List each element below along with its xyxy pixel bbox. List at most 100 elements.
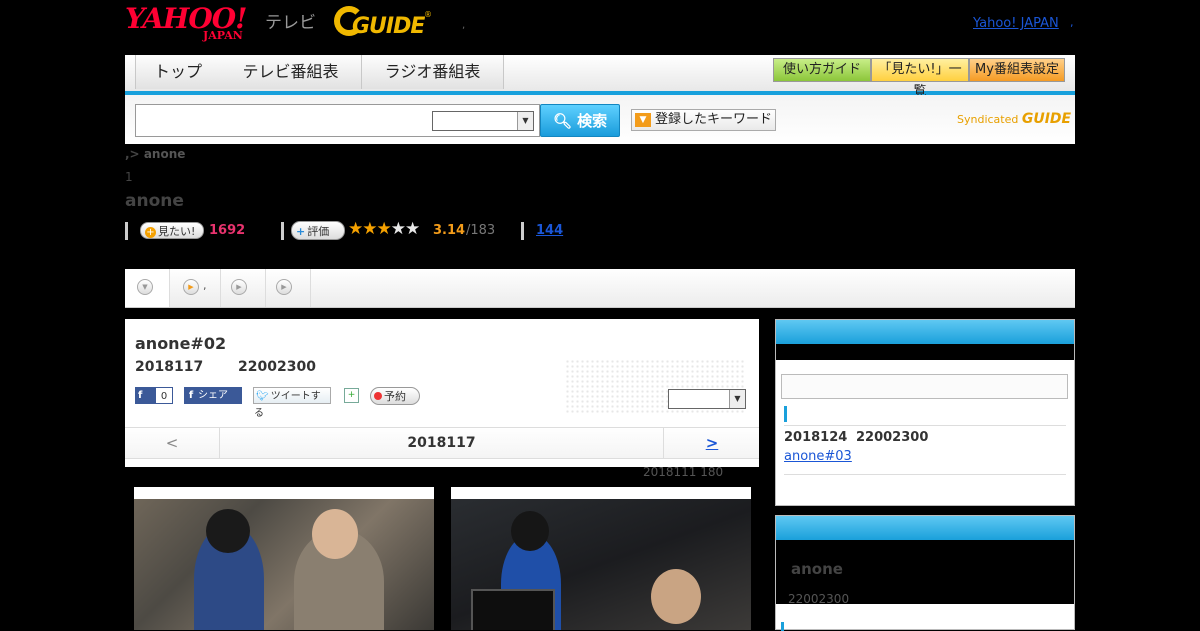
play-icon: ▶ bbox=[276, 279, 292, 295]
search-icon: 🔍︎ bbox=[552, 112, 572, 130]
stat-divider bbox=[281, 222, 284, 240]
record-reserve-label: 予約 bbox=[384, 390, 406, 403]
box-header bbox=[776, 516, 1074, 540]
rating-value: 3.14 bbox=[433, 223, 466, 238]
facebook-like-count: 0 bbox=[155, 387, 173, 404]
star-empty-icon: ★ bbox=[390, 219, 406, 239]
photo-image bbox=[451, 499, 751, 630]
stat-divider bbox=[125, 222, 128, 240]
photo-figure bbox=[206, 509, 250, 553]
next-episode-title-link[interactable]: anone#03 bbox=[784, 449, 852, 464]
nav-tab-radio-listings[interactable]: ラジオ番組表 bbox=[362, 55, 504, 89]
rating-total: /183 bbox=[466, 223, 496, 238]
box-subheader bbox=[776, 344, 1074, 360]
calendar-add-icon[interactable]: + bbox=[344, 388, 359, 403]
play-icon: ▶ bbox=[231, 279, 247, 295]
plus-icon: + bbox=[296, 225, 306, 238]
program-box-time: 22002300 bbox=[788, 592, 850, 606]
syndicated-gguide-logo: Syndicated GUIDE bbox=[957, 111, 1071, 127]
divider bbox=[784, 425, 1066, 426]
episode-time: 22002300 bbox=[238, 359, 316, 375]
mitai-label: 見たい! bbox=[158, 225, 196, 238]
tweet-button[interactable]: 🐦︎ ツイートする bbox=[253, 387, 331, 419]
sidebar-input[interactable] bbox=[781, 374, 1068, 399]
guide-button[interactable]: 使い方ガイド bbox=[773, 58, 871, 82]
chevron-down-icon: ▼ bbox=[137, 279, 153, 295]
chevron-down-icon: ▼ bbox=[729, 390, 745, 408]
episode-photo-1[interactable] bbox=[134, 487, 434, 630]
yahoo-japan-logo[interactable]: YAHOO! JAPAN bbox=[125, 5, 263, 43]
episode-nav-date: 2018117 bbox=[407, 435, 476, 451]
star-filled-icon: ★ bbox=[376, 219, 392, 239]
episode-select[interactable]: ▼ bbox=[668, 389, 746, 409]
facebook-share-button[interactable]: f シェア bbox=[184, 387, 242, 404]
photo-figure bbox=[651, 569, 701, 624]
divider bbox=[784, 474, 1066, 475]
next-airing-time: 22002300 bbox=[856, 430, 929, 445]
play-icon: ▶ bbox=[183, 279, 199, 295]
nav-tab-tv-listings[interactable]: テレビ番組表 bbox=[220, 55, 362, 89]
photo-figure bbox=[471, 589, 555, 630]
star-filled-icon: ★ bbox=[348, 219, 363, 239]
subtab-4[interactable]: ▶ bbox=[266, 269, 311, 307]
episode-meta: 2018111 180 bbox=[643, 465, 724, 479]
review-count-link[interactable]: 144 bbox=[536, 223, 563, 238]
gguide-logo-text: GUIDE bbox=[352, 14, 425, 39]
episode-title: anone#02 bbox=[135, 334, 227, 353]
chevron-down-icon: ▼ bbox=[517, 112, 533, 130]
facebook-like-button[interactable]: f 0 bbox=[135, 387, 173, 404]
facebook-icon: f bbox=[188, 390, 194, 401]
photo-figure bbox=[312, 509, 358, 559]
gguide-logo[interactable]: GUIDE ® bbox=[334, 6, 434, 42]
search-button[interactable]: 🔍︎ 検索 bbox=[540, 104, 620, 137]
search-category-select[interactable]: ▼ bbox=[432, 111, 534, 131]
program-title: anone bbox=[125, 191, 184, 211]
section-marker bbox=[784, 406, 787, 422]
search-button-label: 検索 bbox=[577, 112, 608, 130]
my-listings-settings-button[interactable]: My番組表設定 bbox=[969, 58, 1065, 82]
subtab-2[interactable]: ▶ , bbox=[170, 269, 221, 307]
prev-episode-button[interactable]: < bbox=[125, 428, 220, 458]
breadcrumb: ,> anone bbox=[125, 147, 185, 161]
gguide-reg-mark: ® bbox=[424, 10, 432, 19]
dropdown-arrow-icon: ▼ bbox=[635, 113, 651, 127]
record-reserve-button[interactable]: 予約 bbox=[370, 387, 420, 405]
next-episode-link[interactable]: > bbox=[663, 428, 760, 458]
subtab-1[interactable]: ▼ bbox=[125, 269, 170, 307]
mitai-count: 1692 bbox=[209, 223, 246, 238]
episode-nav: < 2018117 > bbox=[125, 427, 759, 459]
main-nav: トップ テレビ番組表 ラジオ番組表 使い方ガイド 「見たい!」一覧 My番組表設… bbox=[125, 55, 1075, 99]
photo-figure bbox=[511, 511, 549, 551]
tv-label: テレビ bbox=[265, 13, 316, 33]
episode-photo-2[interactable] bbox=[451, 487, 751, 630]
program-info-box: anone 22002300 bbox=[775, 515, 1075, 631]
breadcrumb-separator: ,> bbox=[125, 147, 140, 161]
yahoo-japan-link[interactable]: Yahoo! JAPAN bbox=[973, 16, 1059, 31]
syndicated-brand: GUIDE bbox=[1021, 111, 1072, 127]
search-band: ▼ 🔍︎ 検索 ▼ 登録したキーワード Syndicated GUIDE bbox=[125, 95, 1075, 144]
nav-tab-top[interactable]: トップ bbox=[135, 55, 221, 89]
star-filled-icon: ★ bbox=[362, 219, 377, 239]
rate-button[interactable]: + 評価 bbox=[291, 221, 345, 240]
yahoo-link-suffix: , bbox=[1070, 16, 1074, 29]
mitai-list-button[interactable]: 「見たい!」一覧 bbox=[871, 58, 969, 99]
registered-keywords-button[interactable]: ▼ 登録したキーワード bbox=[631, 109, 776, 131]
facebook-share-label: シェア bbox=[198, 390, 228, 401]
subtab-3[interactable]: ▶ bbox=[221, 269, 266, 307]
plus-icon: + bbox=[145, 227, 156, 238]
breadcrumb-current: anone bbox=[143, 147, 186, 161]
program-box-title: anone bbox=[791, 560, 843, 578]
next-airing-box: 2018124 22002300 anone#03 bbox=[775, 319, 1075, 506]
photo-image bbox=[134, 499, 434, 630]
registered-keywords-label: 登録したキーワード bbox=[655, 112, 773, 127]
star-empty-icon: ★ bbox=[405, 219, 420, 239]
record-dot-icon bbox=[374, 392, 382, 400]
mitai-button[interactable]: + 見たい! bbox=[140, 222, 204, 239]
header-separator: , bbox=[462, 20, 466, 31]
syndicated-label: Syndicated bbox=[957, 113, 1019, 126]
stat-divider bbox=[521, 222, 524, 240]
next-airing-date: 2018124 bbox=[784, 430, 848, 445]
subtab-2-suffix: , bbox=[203, 279, 207, 292]
sub-tabs: ▼ ▶ , ▶ ▶ bbox=[125, 269, 1075, 308]
box-header bbox=[776, 320, 1074, 344]
